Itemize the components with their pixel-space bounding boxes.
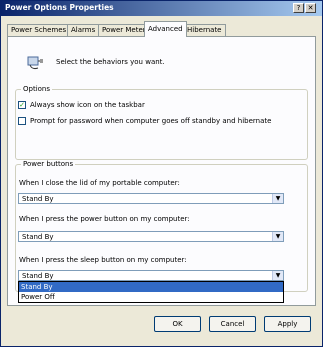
chevron-down-icon[interactable]: ▼ bbox=[272, 194, 283, 203]
always-show-icon-label: Always show icon on the taskbar bbox=[30, 101, 145, 109]
sleep-button-action-value: Stand By bbox=[22, 272, 54, 280]
power-button-label: When I press the power button on my comp… bbox=[19, 215, 190, 223]
power-plug-icon bbox=[27, 56, 43, 70]
cancel-button[interactable]: Cancel bbox=[209, 316, 256, 332]
close-button[interactable]: ✕ bbox=[305, 3, 316, 13]
tab-power-meter[interactable]: Power Meter bbox=[98, 24, 150, 36]
lid-action-select[interactable]: Stand By ▼ bbox=[18, 193, 284, 204]
advanced-tab-panel: Select the behaviors you want. Options ✓… bbox=[7, 36, 316, 306]
power-button-action-value: Stand By bbox=[22, 233, 54, 241]
power-options-window: Power Options Properties ? ✕ Power Schem… bbox=[0, 0, 323, 347]
dropdown-option-stand-by[interactable]: Stand By bbox=[19, 282, 283, 292]
title-bar: Power Options Properties ? ✕ bbox=[1, 1, 322, 16]
sleep-button-label: When I press the sleep button on my comp… bbox=[19, 256, 187, 264]
apply-button[interactable]: Apply bbox=[264, 316, 311, 332]
tab-power-schemes[interactable]: Power Schemes bbox=[7, 24, 71, 36]
power-buttons-legend: Power buttons bbox=[23, 160, 74, 168]
lid-label: When I close the lid of my portable comp… bbox=[19, 179, 180, 187]
dropdown-option-power-off[interactable]: Power Off bbox=[19, 292, 283, 302]
tab-hibernate[interactable]: Hibernate bbox=[183, 24, 226, 36]
options-legend: Options bbox=[23, 85, 51, 93]
chevron-down-icon[interactable]: ▼ bbox=[272, 232, 283, 241]
tab-advanced[interactable]: Advanced bbox=[144, 21, 187, 37]
header-text: Select the behaviors you want. bbox=[56, 58, 165, 66]
sleep-action-dropdown-list[interactable]: Stand By Power Off bbox=[18, 281, 284, 303]
power-button-action-select[interactable]: Stand By ▼ bbox=[18, 231, 284, 242]
help-button[interactable]: ? bbox=[293, 3, 304, 13]
tab-alarms[interactable]: Alarms bbox=[67, 24, 100, 36]
ok-button[interactable]: OK bbox=[154, 316, 201, 332]
prompt-password-label: Prompt for password when computer goes o… bbox=[30, 117, 272, 125]
sleep-button-action-select[interactable]: Stand By ▼ bbox=[18, 270, 284, 281]
chevron-down-icon[interactable]: ▼ bbox=[272, 271, 283, 280]
checkbox-checked[interactable]: ✓ bbox=[18, 101, 26, 109]
window-title: Power Options Properties bbox=[5, 3, 114, 12]
checkbox-unchecked[interactable] bbox=[18, 117, 26, 125]
lid-action-value: Stand By bbox=[22, 195, 54, 203]
